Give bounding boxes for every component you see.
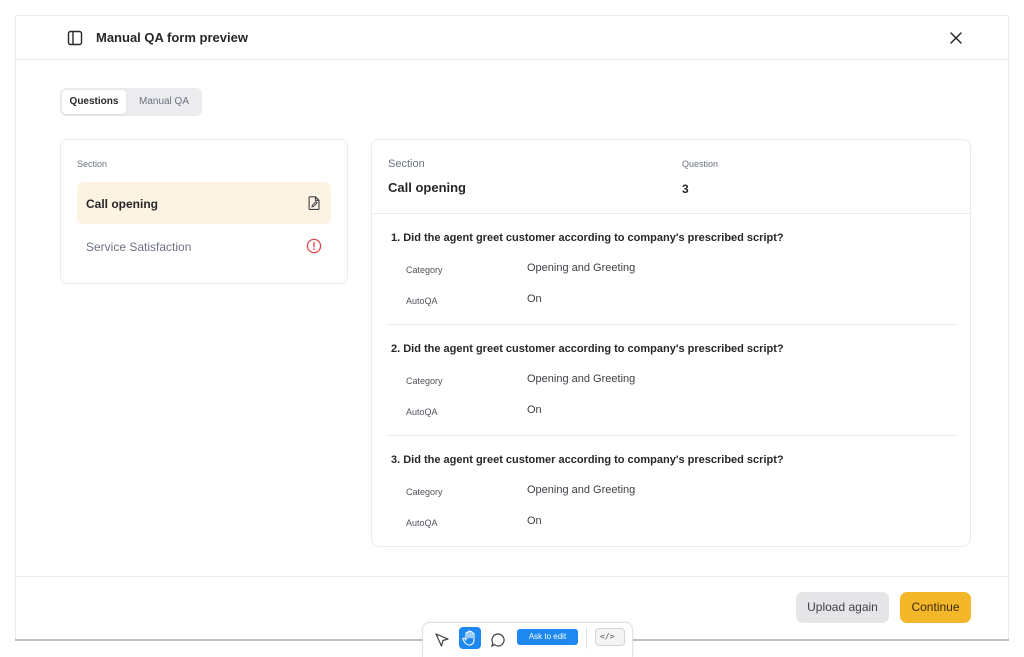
sidebar-panel-icon[interactable]: [67, 30, 83, 46]
autoqa-value: On: [527, 515, 542, 527]
section-item-call-opening[interactable]: Call opening: [77, 182, 331, 224]
question-title: 2. Did the agent greet customer accordin…: [391, 343, 784, 355]
autoqa-label: AutoQA: [406, 407, 438, 417]
dialog-header: Manual QA form preview: [16, 16, 1008, 60]
detail-summary: Section Call opening Question 3: [372, 140, 970, 214]
hand-tool-button[interactable]: [459, 627, 481, 649]
section-item-service-satisfaction[interactable]: Service Satisfaction: [77, 225, 331, 267]
section-list-heading: Section: [77, 159, 108, 169]
upload-again-button[interactable]: Upload again: [796, 592, 889, 623]
question-divider: [388, 324, 956, 325]
category-value: Opening and Greeting: [527, 262, 636, 274]
qa-form-preview-dialog: Manual QA form preview Questions Manual …: [15, 15, 1009, 641]
floating-edit-toolbar: Ask to edit </>: [422, 622, 633, 657]
hand-icon: [462, 630, 475, 646]
continue-button[interactable]: Continue: [900, 592, 971, 623]
section-field-label: Section: [388, 158, 425, 170]
comment-icon[interactable]: [489, 631, 507, 649]
question-detail-panel: Section Call opening Question 3 1. Did t…: [371, 139, 971, 547]
close-icon[interactable]: [948, 30, 964, 46]
question-divider: [388, 435, 956, 436]
autoqa-value: On: [527, 293, 542, 305]
footer-divider: [16, 576, 1008, 577]
alert-circle-icon: [306, 238, 322, 254]
category-value: Opening and Greeting: [527, 373, 636, 385]
category-label: Category: [406, 487, 443, 497]
question-title: 1. Did the agent greet customer accordin…: [391, 232, 784, 244]
section-item-label: Call opening: [86, 197, 158, 211]
section-field-value: Call opening: [388, 180, 466, 195]
question-count-label: Question: [682, 159, 719, 169]
toolbar-divider: [586, 627, 587, 649]
question-count-value: 3: [682, 182, 689, 196]
category-label: Category: [406, 265, 443, 275]
autoqa-label: AutoQA: [406, 296, 438, 306]
dialog-title: Manual QA form preview: [96, 30, 248, 45]
category-value: Opening and Greeting: [527, 484, 636, 496]
tab-manual-qa[interactable]: Manual QA: [128, 90, 200, 114]
section-list-panel: Section Call opening Service Satisfactio…: [60, 139, 348, 284]
ask-to-edit-button[interactable]: Ask to edit: [517, 629, 578, 645]
question-title: 3. Did the agent greet customer accordin…: [391, 454, 784, 466]
autoqa-label: AutoQA: [406, 518, 438, 528]
view-tabs: Questions Manual QA: [60, 88, 202, 116]
pointer-icon[interactable]: [433, 631, 451, 649]
code-view-button[interactable]: </>: [595, 628, 625, 646]
category-label: Category: [406, 376, 443, 386]
section-item-label: Service Satisfaction: [86, 240, 192, 254]
autoqa-value: On: [527, 404, 542, 416]
document-edit-icon: [308, 196, 320, 210]
tab-questions[interactable]: Questions: [62, 90, 126, 114]
